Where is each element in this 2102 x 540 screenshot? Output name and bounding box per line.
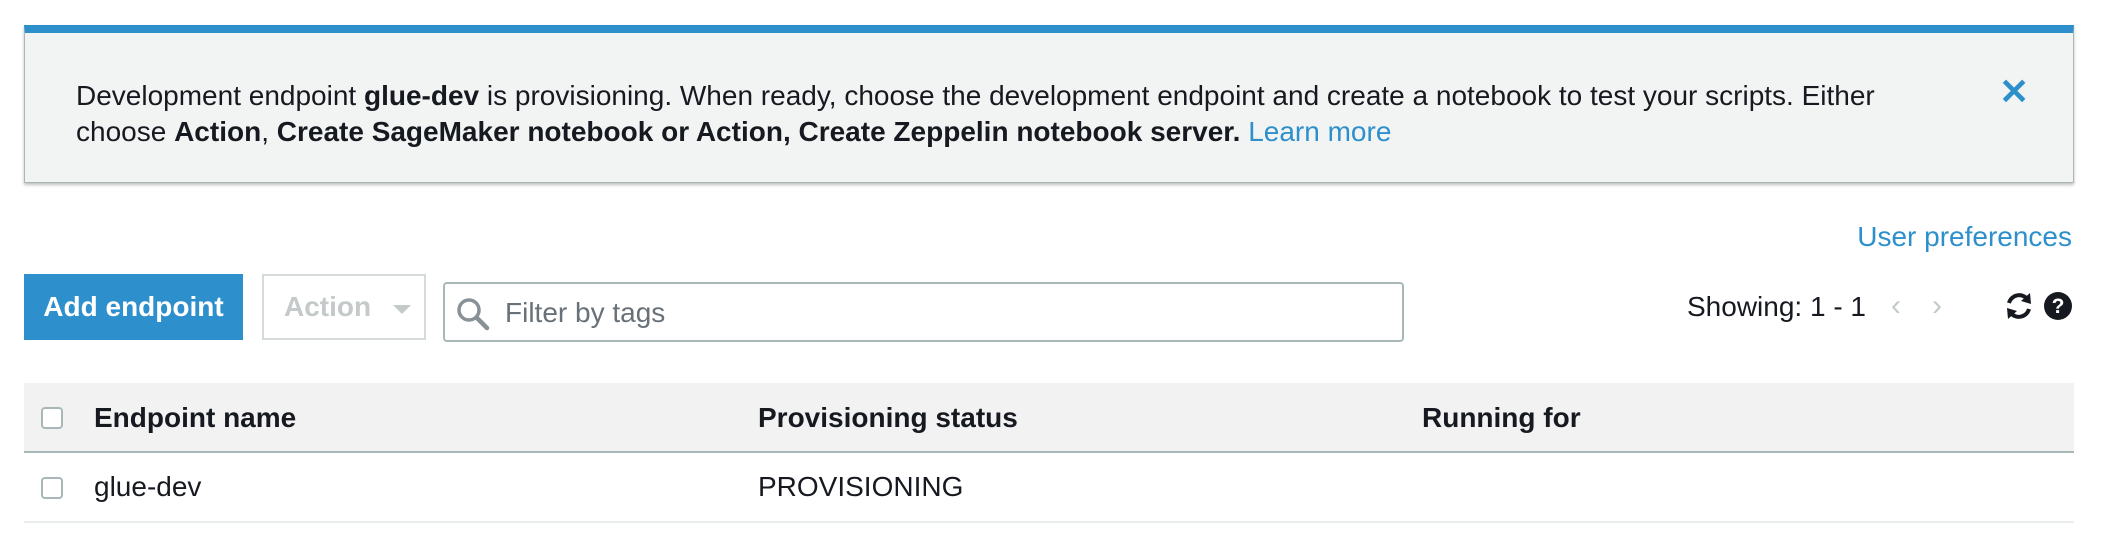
add-endpoint-button[interactable]: Add endpoint: [24, 274, 243, 340]
prev-page-icon[interactable]: ‹: [1886, 290, 1906, 324]
refresh-icon[interactable]: [2003, 290, 2035, 322]
column-header-endpoint-name[interactable]: Endpoint name: [94, 383, 296, 453]
toolbar: Add endpoint Action Showing: 1 - 1 ‹ › ?: [24, 274, 2074, 344]
help-icon[interactable]: ?: [2042, 290, 2074, 322]
table-header: Endpoint name Provisioning status Runnin…: [24, 383, 2074, 453]
pagination-showing: Showing: 1 - 1: [1687, 291, 1866, 322]
provisioning-status: PROVISIONING: [758, 471, 964, 502]
action-dropdown[interactable]: Action: [262, 274, 426, 340]
filter-by-tags-input[interactable]: [503, 284, 1387, 342]
info-banner: Development endpoint glue-dev is provisi…: [24, 25, 2074, 183]
filter-search-box[interactable]: [443, 282, 1404, 342]
row-checkbox[interactable]: [41, 477, 63, 499]
select-all-checkbox[interactable]: [41, 407, 63, 429]
svg-text:?: ?: [2052, 295, 2065, 318]
banner-bold-create: Create SageMaker notebook or Action, Cre…: [276, 116, 1241, 147]
banner-bold-action: Action: [174, 116, 262, 147]
caret-down-icon: [393, 304, 412, 314]
close-icon[interactable]: ✕: [1999, 74, 2029, 110]
banner-text-1: Development endpoint: [76, 80, 364, 111]
table-row: glue-dev PROVISIONING: [24, 453, 2074, 523]
banner-text-3: ,: [261, 116, 277, 147]
endpoint-name-link[interactable]: glue-dev: [94, 453, 201, 521]
learn-more-link[interactable]: Learn more: [1248, 116, 1391, 147]
next-page-icon[interactable]: ›: [1927, 290, 1947, 324]
user-preferences-link[interactable]: User preferences: [1857, 220, 2072, 254]
action-dropdown-label: Action: [284, 291, 372, 322]
column-header-provisioning-status[interactable]: Provisioning status: [758, 383, 1018, 453]
column-header-running-for[interactable]: Running for: [1422, 383, 1581, 453]
banner-message: Development endpoint glue-dev is provisi…: [76, 78, 1936, 150]
endpoints-table: Endpoint name Provisioning status Runnin…: [24, 383, 2074, 523]
search-icon: [457, 298, 490, 331]
banner-endpoint-name: glue-dev: [363, 80, 480, 111]
